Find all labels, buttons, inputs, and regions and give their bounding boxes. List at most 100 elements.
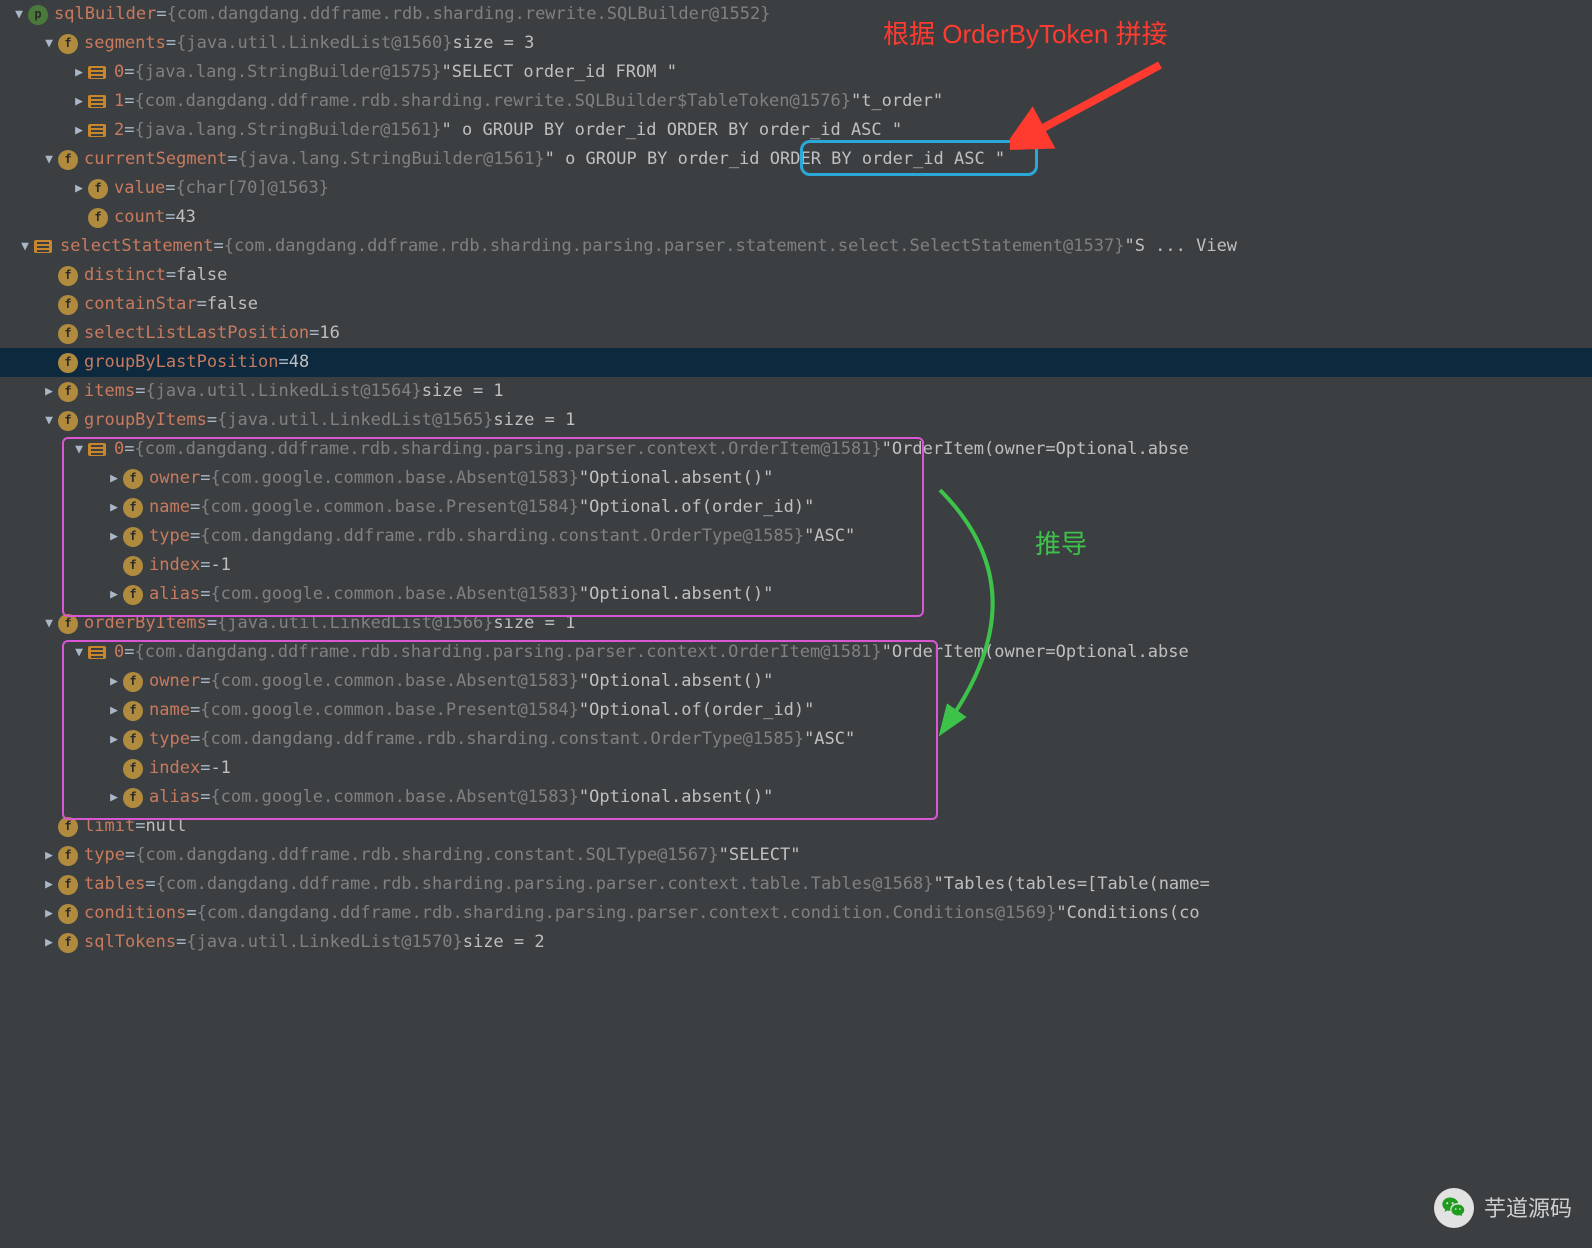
chevron-right-icon[interactable]: ▶ — [40, 377, 58, 406]
chevron-right-icon[interactable]: ▶ — [40, 928, 58, 957]
object-reference: {com.dangdang.ddframe.rdb.sharding.parsi… — [224, 232, 1125, 261]
value-text: size = 1 — [493, 406, 575, 435]
tree-row[interactable]: ▶2 = {java.lang.StringBuilder@1561} " o … — [0, 116, 1592, 145]
object-reference: {java.lang.StringBuilder@1561} — [238, 145, 545, 174]
field-icon: f — [58, 382, 78, 402]
tree-row[interactable]: ▶1 = {com.dangdang.ddframe.rdb.sharding.… — [0, 87, 1592, 116]
chevron-down-icon[interactable]: ▼ — [40, 145, 58, 174]
chevron-down-icon[interactable]: ▼ — [70, 435, 88, 464]
tree-row[interactable]: fcontainStar = false — [0, 290, 1592, 319]
value-text: 16 — [319, 319, 339, 348]
object-reference: {java.util.LinkedList@1570} — [186, 928, 462, 957]
chevron-right-icon[interactable]: ▶ — [105, 667, 123, 696]
chevron-right-icon[interactable]: ▶ — [105, 493, 123, 522]
value-text: null — [145, 812, 186, 841]
field-icon: f — [123, 788, 143, 808]
field-name: name — [149, 493, 190, 522]
tree-row[interactable]: ▶fowner = {com.google.common.base.Absent… — [0, 667, 1592, 696]
object-reference: {com.google.common.base.Present@1584} — [200, 696, 579, 725]
object-reference: {com.dangdang.ddframe.rdb.sharding.parsi… — [135, 435, 882, 464]
chevron-right-icon[interactable]: ▶ — [105, 725, 123, 754]
chevron-down-icon[interactable]: ▼ — [70, 638, 88, 667]
tree-row[interactable]: ▶0 = {java.lang.StringBuilder@1575} "SEL… — [0, 58, 1592, 87]
equals-sign: = — [197, 290, 207, 319]
chevron-down-icon[interactable]: ▼ — [40, 406, 58, 435]
equals-sign: = — [190, 522, 200, 551]
field-icon: f — [58, 904, 78, 924]
tree-row[interactable]: ▶falias = {com.google.common.base.Absent… — [0, 580, 1592, 609]
equals-sign: = — [135, 812, 145, 841]
chevron-right-icon[interactable]: ▶ — [105, 580, 123, 609]
list-element-icon — [88, 124, 106, 137]
tree-row[interactable]: ▶fname = {com.google.common.base.Present… — [0, 696, 1592, 725]
equals-sign: = — [200, 464, 210, 493]
value-text: false — [176, 261, 227, 290]
chevron-right-icon[interactable]: ▶ — [70, 174, 88, 203]
chevron-down-icon[interactable]: ▼ — [40, 609, 58, 638]
field-name: type — [84, 841, 125, 870]
tree-row[interactable]: fselectListLastPosition = 16 — [0, 319, 1592, 348]
object-reference: {com.dangdang.ddframe.rdb.sharding.const… — [135, 841, 718, 870]
value-text: -1 — [210, 754, 230, 783]
field-icon: f — [123, 759, 143, 779]
tree-row[interactable]: findex = -1 — [0, 754, 1592, 783]
equals-sign: = — [124, 638, 134, 667]
field-icon: f — [58, 846, 78, 866]
tree-row[interactable]: fcount = 43 — [0, 203, 1592, 232]
field-icon: f — [58, 266, 78, 286]
object-reference: {java.lang.StringBuilder@1575} — [135, 58, 442, 87]
chevron-right-icon[interactable]: ▶ — [105, 696, 123, 725]
equals-sign: = — [200, 667, 210, 696]
value-text: "ASC" — [804, 725, 855, 754]
tree-row[interactable]: fgroupByLastPosition = 48 — [0, 348, 1592, 377]
tree-row[interactable]: ▶ftype = {com.dangdang.ddframe.rdb.shard… — [0, 725, 1592, 754]
tree-row[interactable]: ▶fconditions = {com.dangdang.ddframe.rdb… — [0, 899, 1592, 928]
tree-row[interactable]: ▼0 = {com.dangdang.ddframe.rdb.sharding.… — [0, 638, 1592, 667]
chevron-right-icon[interactable]: ▶ — [40, 841, 58, 870]
tree-row[interactable]: ▼forderByItems = {java.util.LinkedList@1… — [0, 609, 1592, 638]
tree-row[interactable]: ▼0 = {com.dangdang.ddframe.rdb.sharding.… — [0, 435, 1592, 464]
field-name: sqlTokens — [84, 928, 176, 957]
object-reference: {com.dangdang.ddframe.rdb.sharding.rewri… — [167, 0, 771, 29]
tree-row[interactable]: ▼psqlBuilder = {com.dangdang.ddframe.rdb… — [0, 0, 1592, 29]
tree-row[interactable]: ▶fsqlTokens = {java.util.LinkedList@1570… — [0, 928, 1592, 957]
tree-row[interactable]: ▶fname = {com.google.common.base.Present… — [0, 493, 1592, 522]
tree-row[interactable]: ▶ftables = {com.dangdang.ddframe.rdb.sha… — [0, 870, 1592, 899]
chevron-right-icon[interactable]: ▶ — [105, 783, 123, 812]
tree-row[interactable]: ▶falias = {com.google.common.base.Absent… — [0, 783, 1592, 812]
chevron-right-icon[interactable]: ▶ — [105, 522, 123, 551]
field-name: selectListLastPosition — [84, 319, 309, 348]
tree-row[interactable]: ▶fitems = {java.util.LinkedList@1564} si… — [0, 377, 1592, 406]
chevron-right-icon[interactable]: ▶ — [40, 899, 58, 928]
list-element-icon — [88, 95, 106, 108]
tree-row[interactable]: findex = -1 — [0, 551, 1592, 580]
equals-sign: = — [190, 696, 200, 725]
tree-row[interactable]: ▶fvalue = {char[70]@1563} — [0, 174, 1592, 203]
field-name: groupByLastPosition — [84, 348, 278, 377]
object-reference: {com.dangdang.ddframe.rdb.sharding.const… — [200, 725, 804, 754]
chevron-down-icon[interactable]: ▼ — [40, 29, 58, 58]
chevron-down-icon[interactable]: ▼ — [16, 232, 34, 261]
tree-row[interactable]: ▼fgroupByItems = {java.util.LinkedList@1… — [0, 406, 1592, 435]
field-icon: f — [123, 469, 143, 489]
chevron-down-icon[interactable]: ▼ — [10, 0, 28, 29]
chevron-right-icon[interactable]: ▶ — [70, 58, 88, 87]
tree-row[interactable]: ▶fowner = {com.google.common.base.Absent… — [0, 464, 1592, 493]
chevron-right-icon[interactable]: ▶ — [70, 87, 88, 116]
equals-sign: = — [145, 870, 155, 899]
field-icon: f — [58, 817, 78, 837]
equals-sign: = — [207, 609, 217, 638]
tree-row[interactable]: ▼selectStatement = {com.dangdang.ddframe… — [0, 232, 1592, 261]
equals-sign: = — [124, 116, 134, 145]
chevron-right-icon[interactable]: ▶ — [40, 870, 58, 899]
chevron-right-icon[interactable]: ▶ — [70, 116, 88, 145]
field-name: limit — [84, 812, 135, 841]
tree-row[interactable]: ▶ftype = {com.dangdang.ddframe.rdb.shard… — [0, 841, 1592, 870]
tree-row[interactable]: fdistinct = false — [0, 261, 1592, 290]
tree-row[interactable]: ▼fcurrentSegment = {java.lang.StringBuil… — [0, 145, 1592, 174]
field-name: items — [84, 377, 135, 406]
tree-row[interactable]: ▼fsegments = {java.util.LinkedList@1560}… — [0, 29, 1592, 58]
chevron-right-icon[interactable]: ▶ — [105, 464, 123, 493]
tree-row[interactable]: ▶ftype = {com.dangdang.ddframe.rdb.shard… — [0, 522, 1592, 551]
tree-row[interactable]: flimit = null — [0, 812, 1592, 841]
